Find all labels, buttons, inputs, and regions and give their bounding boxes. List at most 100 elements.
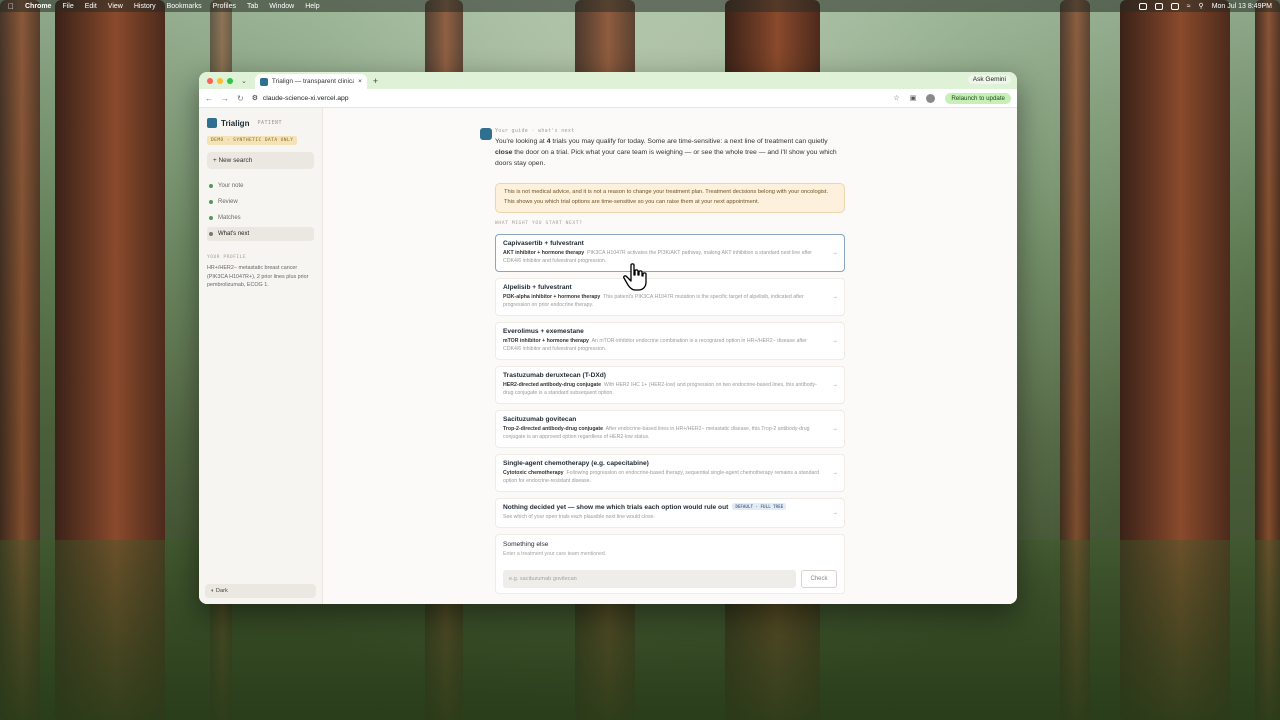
status-dot [209, 184, 213, 188]
nav-label: Review [218, 199, 238, 205]
site-info-icon[interactable]: ⚙ [252, 94, 258, 102]
menu-history[interactable]: History [134, 3, 156, 10]
trialign-logo-icon [207, 118, 217, 128]
dark-mode-toggle[interactable]: ◐ Dark [205, 584, 316, 598]
hand-cursor-icon [623, 263, 647, 291]
relaunch-button[interactable]: Relaunch to update [945, 92, 1011, 104]
arrow-right-icon: → [832, 250, 838, 256]
status-dot [209, 232, 213, 236]
option-desc: See which of your open trials each plaus… [503, 514, 655, 520]
apple-icon[interactable]:  [8, 2, 14, 11]
option-desc: Trop-2-directed antibody-drug conjugate … [503, 426, 810, 441]
menu-bookmarks[interactable]: Bookmarks [167, 3, 202, 10]
guide-avatar-icon [480, 128, 492, 140]
status-icon[interactable] [1170, 2, 1179, 10]
sidebar-item-your-note[interactable]: Your note [207, 179, 314, 193]
demo-badge: DEMO · SYNTHETIC DATA ONLY [207, 136, 298, 145]
guide-text: You're looking at 4 trials you may quali… [495, 138, 837, 167]
back-icon[interactable]: ← [205, 94, 213, 103]
default-option-card[interactable]: Nothing decided yet — show me which tria… [495, 498, 845, 528]
option-desc: HER2-directed antibody-drug conjugate Wi… [503, 382, 817, 397]
menu-profiles[interactable]: Profiles [213, 3, 236, 10]
close-window-button[interactable] [207, 77, 213, 84]
option-name: Capivasertib + fulvestrant [503, 240, 584, 247]
profile-avatar[interactable] [926, 93, 936, 103]
arrow-right-icon: → [832, 470, 838, 476]
option-card[interactable]: Everolimus + exemestane mTOR inhibitor +… [495, 322, 845, 360]
tab-title: Trialign — transparent clinica [271, 78, 355, 85]
arrow-right-icon: → [832, 382, 838, 388]
mode-tag: PATIENT [257, 120, 283, 126]
wifi-icon[interactable]: ≈ [1187, 3, 1191, 10]
option-name: Nothing decided yet — show me which tria… [503, 503, 837, 511]
macos-menubar:  Chrome File Edit View History Bookmark… [0, 0, 1280, 12]
menu-file[interactable]: File [62, 3, 73, 10]
profile-heading: YOUR PROFILE [207, 255, 247, 260]
something-else-hint: Enter a treatment your care team mention… [503, 551, 607, 557]
bookmark-star-icon[interactable]: ☆ [893, 94, 899, 102]
guide-heading: Your guide · what's next [495, 128, 575, 134]
url-text: claude-science-xi.vercel.app [262, 94, 349, 102]
tab-bar: ⌄ Trialign — transparent clinica × + Ask… [199, 72, 1017, 89]
arrow-right-icon: → [832, 294, 838, 300]
option-name: Alpelisib + fulvestrant [503, 284, 572, 291]
address-bar[interactable]: ⚙ claude-science-xi.vercel.app [252, 94, 886, 103]
sidebar: Trialign PATIENT DEMO · SYNTHETIC DATA O… [199, 108, 323, 604]
option-card[interactable]: Trastuzumab deruxtecan (T-DXd) HER2-dire… [495, 366, 845, 404]
menu-edit[interactable]: Edit [85, 3, 97, 10]
option-card[interactable]: Alpelisib + fulvestrant PI3K-alpha inhib… [495, 278, 845, 316]
sidebar-item-whats-next[interactable]: What's next [207, 227, 314, 241]
default-badge: DEFAULT · FULL TREE [732, 503, 787, 510]
extensions-icon[interactable]: ▣ [910, 94, 917, 102]
brand-name: Trialign [221, 118, 250, 128]
app-root: Trialign PATIENT DEMO · SYNTHETIC DATA O… [199, 108, 1017, 604]
sidebar-nav: Your note Review Matches What's next [207, 179, 314, 241]
menu-app-name[interactable]: Chrome [25, 3, 51, 10]
minimize-window-button[interactable] [217, 77, 223, 84]
menu-window[interactable]: Window [269, 3, 294, 10]
favicon-icon [259, 77, 268, 86]
treatment-input[interactable] [503, 570, 796, 588]
reload-icon[interactable]: ↻ [237, 94, 244, 103]
option-desc: Cytotoxic chemotherapy Following progres… [503, 470, 819, 485]
menu-tab[interactable]: Tab [247, 3, 258, 10]
check-button[interactable]: Check [801, 570, 837, 588]
section-heading: WHAT MIGHT YOU START NEXT? [495, 221, 583, 226]
option-name: Everolimus + exemestane [503, 328, 584, 335]
status-icon[interactable] [1138, 2, 1147, 10]
new-search-button[interactable]: + New search [207, 152, 314, 169]
nav-label: What's next [218, 231, 250, 237]
new-tab-button[interactable]: + [373, 76, 378, 86]
ask-gemini-button[interactable]: Ask Gemini [967, 75, 1011, 84]
option-card[interactable]: Sacituzumab govitecan Trop-2-directed an… [495, 410, 845, 448]
main-content: Your guide · what's next You're looking … [323, 108, 1017, 604]
nav-label: Matches [218, 215, 241, 221]
status-icon[interactable] [1154, 2, 1163, 10]
status-dot [209, 200, 213, 204]
browser-tab[interactable]: Trialign — transparent clinica × [254, 74, 367, 89]
nav-label: Your note [218, 183, 244, 189]
guide-message: Your guide · what's next You're looking … [480, 128, 845, 170]
profile-summary: HR+/HER2− metastatic breast cancer (PIK3… [207, 265, 309, 289]
option-card[interactable]: Capivasertib + fulvestrant AKT inhibitor… [495, 234, 845, 272]
sidebar-item-matches[interactable]: Matches [207, 211, 314, 225]
menu-help[interactable]: Help [305, 3, 319, 10]
sidebar-item-review[interactable]: Review [207, 195, 314, 209]
menubar-clock[interactable]: Mon Jul 13 8:49PM [1212, 3, 1272, 10]
tab-search-chevron-icon[interactable]: ⌄ [241, 77, 247, 85]
arrow-right-icon: → [832, 510, 838, 516]
option-card[interactable]: Single-agent chemotherapy (e.g. capecita… [495, 454, 845, 492]
option-desc: AKT inhibitor + hormone therapy PIK3CA H… [503, 250, 812, 265]
arrow-right-icon: → [832, 426, 838, 432]
search-icon[interactable]: ⚲ [1199, 2, 1204, 10]
option-name: Sacituzumab govitecan [503, 416, 577, 423]
menu-view[interactable]: View [108, 3, 123, 10]
option-name: Trastuzumab deruxtecan (T-DXd) [503, 372, 606, 379]
something-else-card: Something else Enter a treatment your ca… [495, 534, 845, 594]
option-desc: PI3K-alpha inhibitor + hormone therapy T… [503, 294, 804, 309]
zoom-window-button[interactable] [227, 77, 233, 84]
status-dot [209, 216, 213, 220]
browser-toolbar: ← → ↻ ⚙ claude-science-xi.vercel.app ☆ ▣… [199, 89, 1017, 108]
close-tab-icon[interactable]: × [358, 78, 362, 85]
forward-icon[interactable]: → [221, 94, 229, 103]
